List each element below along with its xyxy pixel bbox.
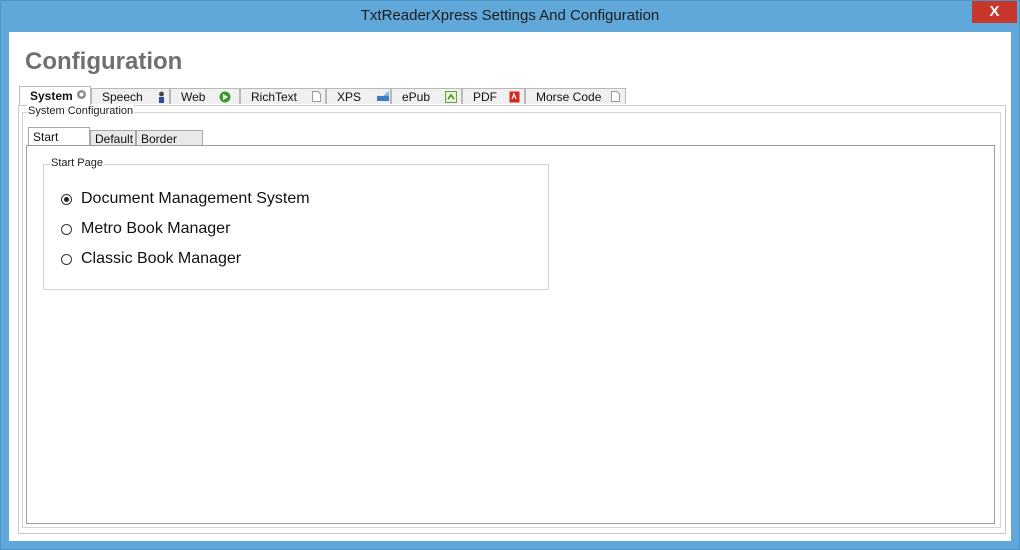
radio-label: Document Management System (81, 190, 310, 207)
tab-system[interactable]: System (19, 86, 91, 106)
radio-label: Classic Book Manager (81, 250, 242, 267)
tab-label: XPS (337, 90, 362, 104)
tab-label: ePub (402, 90, 431, 104)
pdf-icon (509, 91, 520, 103)
tab-label: RichText (251, 90, 298, 104)
tab-richtext[interactable]: RichText (240, 88, 326, 104)
globe-icon (219, 91, 231, 103)
tab-label: Speech (102, 90, 143, 104)
tab-web[interactable]: Web (170, 88, 240, 104)
client-area: Configuration System Speech Web RichText… (9, 32, 1011, 541)
tab-border-style[interactable]: Border Style (136, 130, 203, 162)
system-panel: System Configuration Start Page Default … (18, 105, 1006, 534)
radio-button[interactable] (61, 224, 72, 235)
tab-label: Web (181, 90, 206, 104)
start-page-group-label: Start Page (50, 157, 104, 169)
radio-button-checked[interactable] (61, 194, 72, 205)
start-page-panel: Start Page Document Management System Me… (26, 145, 995, 524)
tab-label: Morse Code (536, 90, 602, 104)
title-bar[interactable]: TxtReaderXpress Settings And Configurati… (1, 1, 1019, 33)
window-title: TxtReaderXpress Settings And Configurati… (360, 7, 660, 24)
document-icon (311, 91, 322, 103)
page-title: Configuration (25, 48, 183, 75)
tab-start-page[interactable]: Start Page (28, 127, 90, 162)
tab-epub[interactable]: ePub (391, 88, 462, 104)
gear-icon (76, 89, 87, 101)
settings-window: TxtReaderXpress Settings And Configurati… (0, 0, 1020, 550)
radio-button[interactable] (61, 254, 72, 265)
tab-label: System (30, 89, 73, 103)
document-icon (610, 91, 621, 103)
tab-morse-code[interactable]: Morse Code (525, 88, 626, 104)
system-configuration-label: System Configuration (27, 105, 135, 117)
radio-label: Metro Book Manager (81, 220, 231, 237)
xps-icon (377, 91, 389, 103)
epub-icon (445, 91, 457, 103)
tab-xps[interactable]: XPS (326, 88, 391, 104)
tab-pdf[interactable]: PDF (462, 88, 525, 104)
tab-label: PDF (473, 90, 497, 104)
system-configuration-group: System Configuration Start Page Default … (22, 105, 1001, 528)
start-page-group: Start Page Document Management System Me… (43, 157, 549, 290)
tab-speech[interactable]: Speech (91, 88, 170, 104)
tab-default[interactable]: Default (90, 130, 136, 146)
person-icon (156, 91, 167, 103)
close-button[interactable]: X (972, 1, 1017, 23)
